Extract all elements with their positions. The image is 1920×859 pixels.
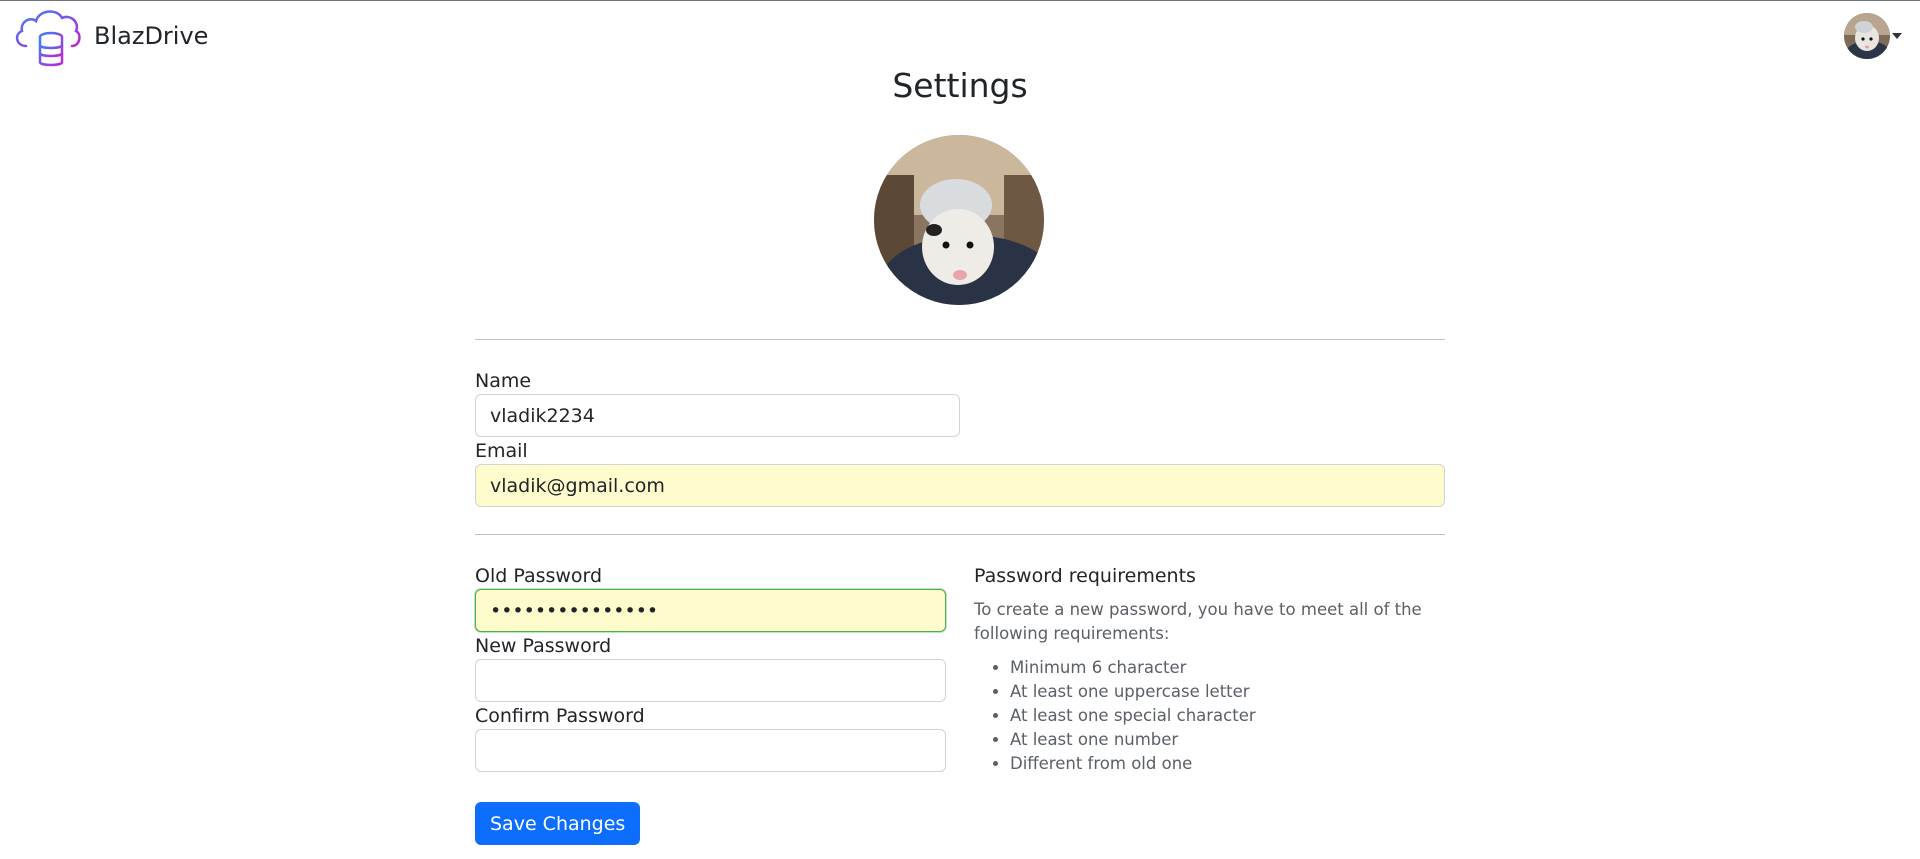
requirement-item: At least one uppercase letter <box>1010 680 1256 704</box>
brand[interactable]: BlazDrive <box>12 4 208 68</box>
name-input[interactable] <box>475 394 960 437</box>
new-password-input[interactable] <box>475 659 946 702</box>
name-label: Name <box>475 370 532 392</box>
password-requirements-intro: To create a new password, you have to me… <box>974 600 1422 643</box>
section-divider <box>475 534 1445 535</box>
confirm-password-label: Confirm Password <box>475 705 645 727</box>
requirement-item: Minimum 6 character <box>1010 656 1256 680</box>
confirm-password-input[interactable] <box>475 729 946 772</box>
page-title: Settings <box>892 66 1028 105</box>
top-border <box>0 0 1920 1</box>
password-requirements-list: Minimum 6 character At least one upperca… <box>974 656 1256 776</box>
email-label: Email <box>475 440 528 462</box>
profile-avatar-icon[interactable] <box>874 135 1044 305</box>
save-changes-button[interactable]: Save Changes <box>475 802 641 845</box>
user-menu[interactable] <box>1844 13 1902 59</box>
requirement-item: Different from old one <box>1010 752 1256 776</box>
user-avatar-icon <box>1844 13 1890 59</box>
password-requirements-title: Password requirements <box>974 565 1196 587</box>
requirement-item: At least one number <box>1010 728 1256 752</box>
requirement-item: At least one special character <box>1010 704 1256 728</box>
section-divider <box>475 339 1445 340</box>
new-password-label: New Password <box>475 635 612 657</box>
old-password-label: Old Password <box>475 565 603 587</box>
old-password-input[interactable] <box>475 589 946 632</box>
chevron-down-icon <box>1892 33 1902 39</box>
email-input[interactable] <box>475 464 1445 507</box>
brand-name: BlazDrive <box>94 22 209 50</box>
cloud-database-icon <box>15 10 81 67</box>
